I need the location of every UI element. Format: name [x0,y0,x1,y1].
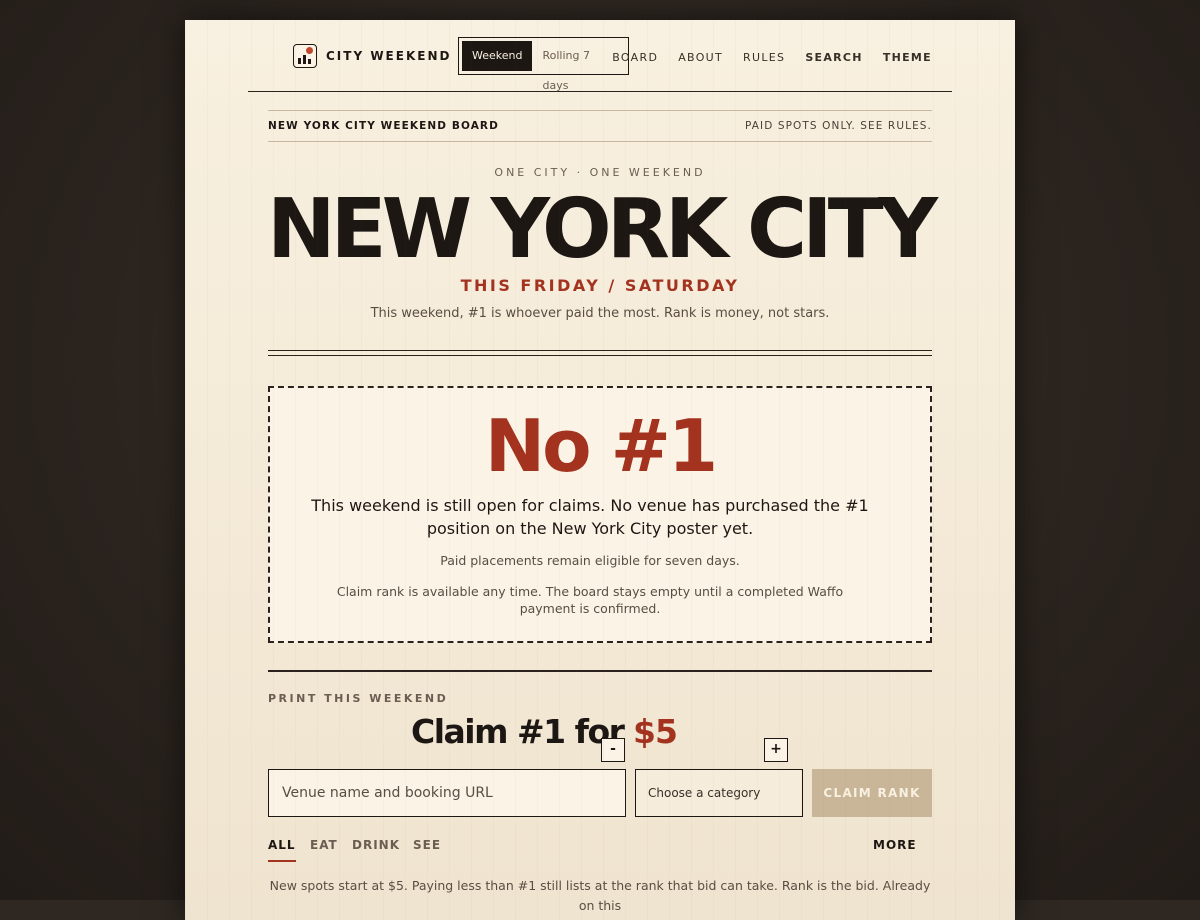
section-label: PRINT THIS WEEKEND [268,692,449,705]
claim-price-row: Claim #1 for - $5 + [185,710,1015,762]
view-toggle: Weekend Rolling 7 days [458,37,629,92]
tab-eat[interactable]: EAT [310,838,338,860]
toggle-rolling-7-days[interactable]: Rolling 7 days [532,41,625,92]
divider [268,350,932,356]
category-tabs: ALL EAT DRINK SEE MORE [268,838,932,866]
empty-rank-headline: No #1 [484,404,718,488]
nav-theme[interactable]: THEME [883,51,932,64]
toggle-weekend[interactable]: Weekend [462,41,533,71]
venue-input[interactable] [268,769,626,817]
top-bar: CITY WEEKEND Weekend Rolling 7 days BOAR… [248,37,952,92]
tab-more[interactable]: MORE [873,838,917,860]
nav-about[interactable]: ABOUT [678,51,723,64]
pricing-note: New spots start at $5. Paying less than … [269,878,931,913]
tab-drink[interactable]: DRINK [352,838,400,860]
empty-rank-payment-note: Claim rank is available any time. The bo… [336,584,844,616]
nav-search[interactable]: SEARCH [805,51,863,64]
empty-rank-note: Paid placements remain eligible for seve… [440,553,740,568]
board-ribbon: NEW YORK CITY WEEKEND BOARD PAID SPOTS O… [268,110,932,142]
skyline-logo-icon [293,44,317,68]
decrease-price-button[interactable]: - [601,738,625,762]
brand-name: CITY WEEKEND [326,49,452,63]
divider [268,670,932,672]
hero-tagline: This weekend, #1 is whoever paid the mos… [370,306,830,321]
weekend-dates: THIS FRIDAY / SATURDAY [460,276,740,295]
tab-see[interactable]: SEE [413,838,441,860]
claim-prefix: Claim #1 for [411,712,625,751]
brand[interactable]: CITY WEEKEND [293,44,451,68]
nav-rules[interactable]: RULES [743,51,785,64]
nav-links: BOARD ABOUT RULES SEARCH THEME [612,51,932,64]
claim-price: $5 [633,712,678,751]
increase-price-button[interactable]: + [764,738,788,762]
ribbon-title: NEW YORK CITY WEEKEND BOARD [268,120,499,132]
poster-paper: CITY WEEKEND Weekend Rolling 7 days BOAR… [185,20,1015,920]
tab-all[interactable]: ALL [268,838,296,862]
claim-rank-button[interactable]: CLAIM RANK [812,769,932,817]
category-select[interactable]: Choose a category [635,769,803,817]
empty-rank-lead: This weekend is still open for claims. N… [311,496,869,538]
page-background: CITY WEEKEND Weekend Rolling 7 days BOAR… [0,0,1200,920]
hero-kicker: ONE CITY · ONE WEEKEND [494,166,706,179]
ribbon-rules-link[interactable]: PAID SPOTS ONLY. SEE RULES. [745,120,932,132]
empty-rank-box: No #1 This weekend is still open for cla… [268,386,932,643]
city-title: NEW YORK CITY [266,182,938,277]
nav-board[interactable]: BOARD [612,51,658,64]
